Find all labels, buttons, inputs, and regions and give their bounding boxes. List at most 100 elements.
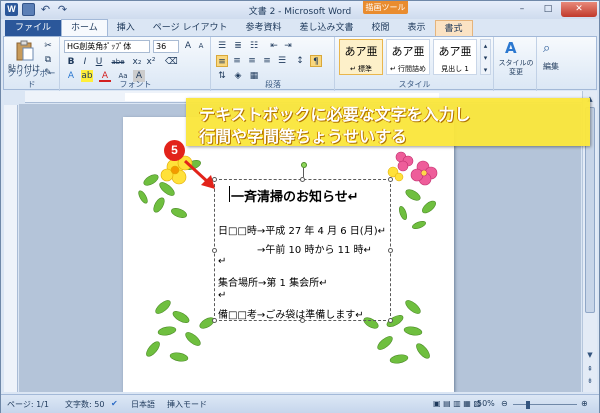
editing-group: ⌕ 編集 bbox=[538, 37, 564, 91]
resize-handle-bottom-right[interactable] bbox=[388, 318, 393, 323]
styles-group: あア亜 ↵ 標準 あア亜 ↵ 行間詰め あア亜 見出し 1 ▴ ▾ ▾ スタイル bbox=[336, 37, 494, 91]
superscript-icon[interactable]: x² bbox=[145, 56, 157, 68]
tab-insert[interactable]: 挿入 bbox=[108, 20, 144, 36]
font-size-combo[interactable]: 36 bbox=[153, 40, 179, 53]
text-cursor bbox=[229, 186, 230, 202]
view-buttons[interactable]: ▣ ▤ ▥ ▦ ▧ bbox=[433, 399, 481, 408]
copy-icon[interactable]: ⧉ bbox=[42, 54, 54, 66]
paste-icon[interactable] bbox=[14, 40, 34, 62]
scroll-down-icon[interactable]: ▼ bbox=[584, 349, 596, 361]
paragraph-group: ☰ ≣ ☷ ⇤ ⇥ ≡ ≡ ≡ ≡ ☰ ↕ ¶ ⇅ ◈ ▦ 段落 bbox=[212, 37, 335, 91]
minimize-button[interactable]: – bbox=[509, 2, 535, 17]
change-styles-icon[interactable]: A bbox=[505, 39, 517, 57]
font-name-combo[interactable]: HG創英角ﾎﾟｯﾌﾟ体 bbox=[64, 40, 150, 53]
text-box[interactable]: 一斉清掃のお知らせ↵ 日□□時→平成 27 年 4 月 6 日(月)↵ →午前 … bbox=[212, 162, 393, 323]
edit-button-label[interactable]: 編集 bbox=[538, 61, 564, 72]
style-normal[interactable]: あア亜 ↵ 標準 bbox=[339, 39, 383, 75]
pointer-arrow-icon bbox=[183, 159, 215, 189]
resize-handle-bottom-left[interactable] bbox=[212, 318, 217, 323]
status-bar: ページ: 1/1 文字数: 50 ✔ 日本語 挿入モード ▣ ▤ ▥ ▦ ▧ 5… bbox=[1, 394, 599, 413]
distributed-icon[interactable]: ☰ bbox=[276, 55, 288, 67]
style-no-spacing-preview: あア亜 bbox=[391, 45, 425, 58]
style-no-spacing[interactable]: あア亜 ↵ 行間詰め bbox=[386, 39, 430, 75]
strikethrough-icon[interactable]: abe bbox=[109, 56, 127, 68]
multilevel-list-icon[interactable]: ☷ bbox=[248, 40, 260, 52]
word-count[interactable]: 文字数: 50 bbox=[65, 399, 104, 410]
styles-gallery-scroll[interactable]: ▴ ▾ ▾ bbox=[480, 39, 491, 75]
ribbon-tabs: ファイル ホーム 挿入 ページ レイアウト 参考資料 差し込み文書 校閲 表示 … bbox=[1, 19, 599, 36]
callout-line-1: テキストボックに必要な文字を入力し bbox=[199, 105, 471, 124]
ribbon: 貼り付け ✂ ⧉ ✎ クリップボード HG創英角ﾎﾟｯﾌﾟ体 36 A A B … bbox=[3, 36, 597, 91]
shrink-font-icon[interactable]: A bbox=[195, 40, 207, 52]
callout-line-2: 行間や字間等ちょうせいする bbox=[199, 127, 408, 146]
title-bar: W ↶ ↷ 文書 2 - Microsoft Word 描画ツール – □ ✕ bbox=[1, 1, 599, 19]
rotate-handle-stem bbox=[303, 168, 304, 177]
notice-title: 一斉清掃のお知らせ↵ bbox=[231, 190, 359, 205]
align-center-icon[interactable]: ≡ bbox=[231, 55, 243, 67]
show-marks-icon[interactable]: ¶ bbox=[310, 55, 322, 67]
empty-line-1: ↵ bbox=[218, 256, 227, 267]
zoom-slider-thumb[interactable] bbox=[526, 401, 530, 409]
decrease-indent-icon[interactable]: ⇤ bbox=[268, 40, 280, 52]
prev-page-icon[interactable]: ⇞ bbox=[584, 363, 596, 375]
binoculars-icon[interactable]: ⌕ bbox=[543, 41, 550, 56]
style-heading-1[interactable]: あア亜 見出し 1 bbox=[433, 39, 477, 75]
subscript-icon[interactable]: x₂ bbox=[131, 56, 143, 68]
time-line: →午前 10 時から 11 時↵ bbox=[257, 245, 372, 256]
align-right-icon[interactable]: ≡ bbox=[246, 55, 258, 67]
style-heading-1-preview: あア亜 bbox=[438, 45, 472, 58]
styles-group-label: スタイル bbox=[398, 80, 431, 89]
resize-handle-top[interactable] bbox=[300, 177, 305, 182]
tab-format[interactable]: 書式 bbox=[434, 20, 473, 36]
paragraph-group-label: 段落 bbox=[265, 80, 281, 89]
increase-indent-icon[interactable]: ⇥ bbox=[282, 40, 294, 52]
proofing-icon[interactable]: ✔ bbox=[111, 399, 118, 408]
cut-icon[interactable]: ✂ bbox=[42, 40, 54, 52]
instruction-callout: テキストボックに必要な文字を入力し 行間や字間等ちょうせいする bbox=[186, 98, 590, 146]
tab-file[interactable]: ファイル bbox=[5, 20, 62, 36]
bullets-icon[interactable]: ☰ bbox=[216, 40, 228, 52]
change-styles-label[interactable]: スタイルの 変更 bbox=[495, 59, 537, 77]
font-group: HG創英角ﾎﾟｯﾌﾟ体 36 A A B I U abe x₂ x² ⌫ A a… bbox=[61, 37, 211, 91]
numbering-icon[interactable]: ≣ bbox=[232, 40, 244, 52]
tab-page-layout[interactable]: ページ レイアウト bbox=[144, 20, 237, 36]
maximize-button[interactable]: □ bbox=[535, 2, 561, 17]
clipboard-group-label: クリップボード bbox=[7, 69, 56, 89]
rotate-handle[interactable] bbox=[301, 162, 307, 168]
close-button[interactable]: ✕ bbox=[561, 2, 597, 17]
align-left-icon[interactable]: ≡ bbox=[216, 55, 228, 67]
place-line: 集合場所→第 1 集会所↵ bbox=[218, 278, 328, 289]
underline-icon[interactable]: U bbox=[93, 56, 105, 68]
language-indicator[interactable]: 日本語 bbox=[131, 399, 155, 410]
tab-references[interactable]: 参考資料 bbox=[236, 20, 290, 36]
style-no-spacing-name: ↵ 行間詰め bbox=[389, 65, 427, 73]
tab-review[interactable]: 校閲 bbox=[362, 20, 398, 36]
window-controls: – □ ✕ bbox=[509, 2, 597, 17]
style-heading-1-name: 見出し 1 bbox=[441, 65, 469, 73]
line-spacing-icon[interactable]: ↕ bbox=[294, 55, 306, 67]
justify-icon[interactable]: ≡ bbox=[261, 55, 273, 67]
zoom-level[interactable]: 50% bbox=[477, 399, 495, 408]
tab-home[interactable]: ホーム bbox=[61, 19, 108, 36]
tab-view[interactable]: 表示 bbox=[399, 20, 435, 36]
next-page-icon[interactable]: ⇟ bbox=[584, 375, 596, 387]
change-styles-group: A スタイルの 変更 bbox=[495, 37, 537, 91]
italic-icon[interactable]: I bbox=[79, 56, 91, 68]
resize-handle-left[interactable] bbox=[212, 248, 217, 253]
zoom-out-icon[interactable]: ⊖ bbox=[501, 399, 508, 408]
resize-handle-right[interactable] bbox=[388, 248, 393, 253]
resize-handle-top-right[interactable] bbox=[388, 177, 393, 182]
zoom-slider[interactable] bbox=[513, 404, 577, 405]
style-normal-preview: あア亜 bbox=[344, 45, 378, 58]
page-count[interactable]: ページ: 1/1 bbox=[7, 399, 49, 410]
zoom-in-icon[interactable]: ⊕ bbox=[581, 399, 588, 408]
font-group-label: フォント bbox=[119, 80, 152, 89]
vertical-ruler[interactable] bbox=[4, 105, 18, 392]
insert-mode-indicator[interactable]: 挿入モード bbox=[167, 399, 207, 410]
tab-mailings[interactable]: 差し込み文書 bbox=[290, 20, 362, 36]
grow-font-icon[interactable]: A bbox=[182, 40, 194, 52]
bold-icon[interactable]: B bbox=[65, 56, 77, 68]
notes-line: 備□□考→ごみ袋は準備します↵ bbox=[218, 310, 364, 321]
drawing-tools-context-label: 描画ツール bbox=[363, 1, 408, 14]
clear-format-icon[interactable]: ⌫ bbox=[165, 56, 178, 68]
